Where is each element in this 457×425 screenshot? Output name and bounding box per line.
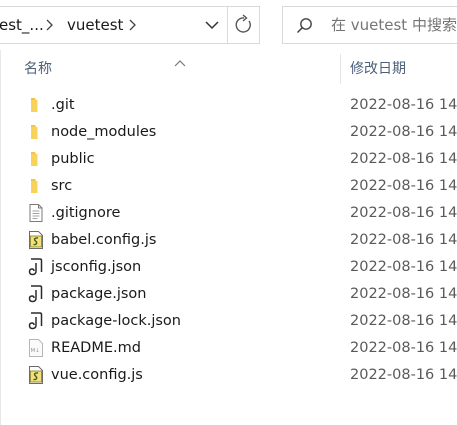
file-modified-date: 2022-08-16 14 bbox=[350, 259, 457, 275]
file-name: package-lock.json bbox=[51, 313, 181, 329]
file-name: babel.config.js bbox=[51, 232, 157, 248]
search-box[interactable] bbox=[282, 6, 457, 44]
file-modified-date: 2022-08-16 14 bbox=[350, 124, 457, 140]
column-headers: 名称 修改日期 bbox=[0, 50, 457, 86]
file-row[interactable]: node_modules 2022-08-16 14 bbox=[0, 119, 457, 146]
folder-icon bbox=[26, 95, 46, 115]
text-file-icon bbox=[26, 203, 46, 223]
column-header-name[interactable]: 名称 bbox=[24, 60, 52, 78]
file-name: jsconfig.json bbox=[51, 259, 142, 275]
file-row[interactable]: vue.config.js 2022-08-16 14 bbox=[0, 362, 457, 389]
file-modified-date: 2022-08-16 14 bbox=[350, 151, 457, 167]
file-modified-date: 2022-08-16 14 bbox=[350, 340, 457, 356]
markdown-file-icon: M↓ bbox=[26, 338, 46, 358]
svg-text:M↓: M↓ bbox=[31, 347, 40, 354]
file-row[interactable]: public 2022-08-16 14 bbox=[0, 146, 457, 173]
search-input[interactable] bbox=[331, 16, 457, 34]
file-modified-date: 2022-08-16 14 bbox=[350, 367, 457, 383]
file-modified-date: 2022-08-16 14 bbox=[350, 178, 457, 194]
file-modified-date: 2022-08-16 14 bbox=[350, 97, 457, 113]
json-file-icon bbox=[26, 311, 46, 331]
js-file-icon bbox=[26, 365, 46, 385]
breadcrumb-parent[interactable]: est_... bbox=[0, 16, 44, 34]
file-row[interactable]: jsconfig.json 2022-08-16 14 bbox=[0, 254, 457, 281]
json-file-icon bbox=[26, 257, 46, 277]
file-row[interactable]: .gitignore 2022-08-16 14 bbox=[0, 200, 457, 227]
file-list: .git 2022-08-16 14 node_modules 2022-08-16 … bbox=[0, 92, 457, 389]
file-name: README.md bbox=[51, 340, 141, 356]
chevron-down-icon bbox=[205, 21, 219, 30]
file-row[interactable]: M↓ README.md 2022-08-16 14 bbox=[0, 335, 457, 362]
refresh-icon bbox=[235, 14, 251, 33]
refresh-button[interactable] bbox=[228, 7, 260, 43]
folder-icon bbox=[26, 149, 46, 169]
folder-icon bbox=[26, 122, 46, 142]
file-row[interactable]: src 2022-08-16 14 bbox=[0, 173, 457, 200]
json-file-icon bbox=[26, 284, 46, 304]
file-row[interactable]: babel.config.js 2022-08-16 14 bbox=[0, 227, 457, 254]
breadcrumb-current[interactable]: vuetest bbox=[67, 16, 123, 34]
file-name: .gitignore bbox=[51, 205, 121, 221]
address-history-dropdown[interactable] bbox=[197, 7, 227, 43]
file-name: package.json bbox=[51, 286, 147, 302]
file-name: node_modules bbox=[51, 124, 157, 140]
js-file-icon bbox=[26, 230, 46, 250]
file-name: .git bbox=[51, 97, 75, 113]
search-icon bbox=[295, 16, 315, 36]
file-explorer-window: est_... vuetest 在 vuetest 中搜索 名称 修改日期 .g… bbox=[0, 0, 457, 425]
file-row[interactable]: package.json 2022-08-16 14 bbox=[0, 281, 457, 308]
column-header-date[interactable]: 修改日期 bbox=[350, 60, 406, 78]
folder-icon bbox=[26, 176, 46, 196]
chevron-right-icon[interactable] bbox=[43, 15, 57, 35]
file-modified-date: 2022-08-16 14 bbox=[350, 205, 457, 221]
sort-ascending-icon bbox=[174, 52, 186, 67]
file-name: vue.config.js bbox=[51, 367, 143, 383]
file-name: src bbox=[51, 178, 73, 194]
file-row[interactable]: package-lock.json 2022-08-16 14 bbox=[0, 308, 457, 335]
navigation-bar: est_... vuetest bbox=[0, 0, 457, 50]
column-separator[interactable] bbox=[340, 54, 341, 84]
file-modified-date: 2022-08-16 14 bbox=[350, 313, 457, 329]
file-row[interactable]: .git 2022-08-16 14 bbox=[0, 92, 457, 119]
address-bar[interactable]: est_... vuetest bbox=[0, 6, 260, 44]
chevron-right-icon[interactable] bbox=[126, 15, 140, 35]
file-name: public bbox=[51, 151, 95, 167]
file-modified-date: 2022-08-16 14 bbox=[350, 232, 457, 248]
file-modified-date: 2022-08-16 14 bbox=[350, 286, 457, 302]
